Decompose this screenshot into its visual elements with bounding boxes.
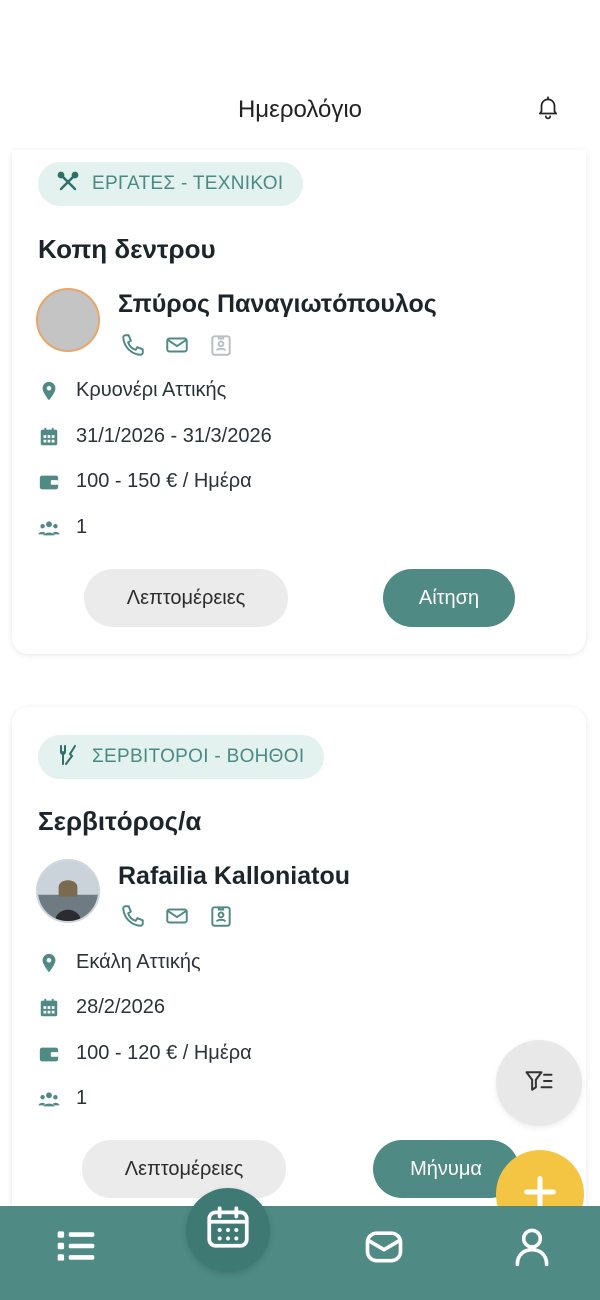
wallet-icon	[38, 1043, 60, 1065]
category-chip: ΣΕΡΒΙΤΟΡΟΙ - ΒΟΗΘΟΙ	[38, 735, 325, 779]
category-label: ΕΡΓΑΤΕΣ - ΤΕΧΝΙΚΟΙ	[92, 173, 284, 194]
dates-text: 28/2/2026	[76, 996, 165, 1018]
job-card[interactable]: ΕΡΓΑΤΕΣ - ΤΕΧΝΙΚΟΙ Κοπη δεντρου Σπύρος Π…	[12, 150, 586, 654]
phone-icon[interactable]	[120, 903, 146, 929]
calendar-icon	[38, 426, 60, 448]
location-text: Κρυονέρι Αττικής	[76, 379, 227, 401]
avatar[interactable]	[36, 859, 100, 923]
people-row: 1	[38, 1087, 87, 1110]
pay-row: 100 - 150 € / Ημέρα	[38, 470, 252, 493]
people-row: 1	[38, 516, 87, 539]
contact-icons	[120, 332, 234, 358]
avatar[interactable]	[36, 288, 100, 352]
phone-icon[interactable]	[120, 332, 146, 358]
messages-nav-button[interactable]	[360, 1224, 408, 1272]
location-row: Κρυονέρι Αττικής	[38, 379, 226, 402]
pay-text: 100 - 120 € / Ημέρα	[76, 1042, 252, 1064]
category-label: ΣΕΡΒΙΤΟΡΟΙ - ΒΟΗΘΟΙ	[92, 746, 305, 767]
pay-row: 100 - 120 € / Ημέρα	[38, 1042, 252, 1065]
bell-icon[interactable]	[535, 93, 561, 121]
details-button[interactable]: Λεπτομέρειες	[84, 569, 288, 627]
calendar-icon	[203, 1203, 253, 1258]
mail-icon[interactable]	[164, 903, 190, 929]
page-title: Ημερολόγιο	[237, 96, 363, 123]
pay-text: 100 - 150 € / Ημέρα	[76, 470, 252, 492]
people-icon	[38, 517, 60, 539]
wallet-icon	[38, 471, 60, 493]
apply-button[interactable]: Αίτηση	[383, 569, 515, 627]
employer-name[interactable]: Rafailia Kalloniatou	[118, 862, 350, 891]
id-card-icon[interactable]	[208, 332, 234, 358]
cutlery-icon	[56, 743, 80, 772]
employer-name[interactable]: Σπύρος Παναγιωτόπουλος	[118, 290, 437, 319]
list-nav-button[interactable]	[52, 1224, 100, 1272]
filter-icon	[524, 1066, 554, 1101]
job-card[interactable]: ΣΕΡΒΙΤΟΡΟΙ - ΒΟΗΘΟΙ Σερβιτόρος/α Rafaili…	[12, 707, 586, 1227]
dates-row: 28/2/2026	[38, 996, 165, 1019]
bottom-navigation	[0, 1206, 600, 1300]
calendar-icon	[38, 997, 60, 1019]
mail-icon[interactable]	[164, 332, 190, 358]
people-count: 1	[76, 1087, 88, 1109]
job-title: Κοπη δεντρου	[38, 234, 216, 264]
category-chip: ΕΡΓΑΤΕΣ - ΤΕΧΝΙΚΟΙ	[38, 162, 304, 206]
user-icon	[510, 1224, 554, 1273]
details-button[interactable]: Λεπτομέρειες	[82, 1140, 286, 1198]
location-row: Εκάλη Αττικής	[38, 951, 201, 974]
dates-row: 31/1/2026 - 31/3/2026	[38, 425, 272, 448]
profile-nav-button[interactable]	[508, 1224, 556, 1272]
map-pin-icon	[38, 952, 60, 974]
app-header: Ημερολόγιο	[0, 0, 600, 150]
mail-icon	[362, 1224, 406, 1273]
id-card-icon[interactable]	[208, 903, 234, 929]
list-icon	[54, 1224, 98, 1273]
calendar-nav-button[interactable]	[186, 1188, 270, 1272]
tools-icon	[56, 170, 80, 199]
people-count: 1	[76, 516, 88, 538]
people-icon	[38, 1088, 60, 1110]
filter-button[interactable]	[496, 1040, 582, 1126]
location-text: Εκάλη Αττικής	[76, 951, 201, 973]
map-pin-icon	[38, 380, 60, 402]
job-title: Σερβιτόρος/α	[38, 806, 202, 836]
contact-icons	[120, 903, 234, 929]
dates-text: 31/1/2026 - 31/3/2026	[76, 425, 272, 447]
